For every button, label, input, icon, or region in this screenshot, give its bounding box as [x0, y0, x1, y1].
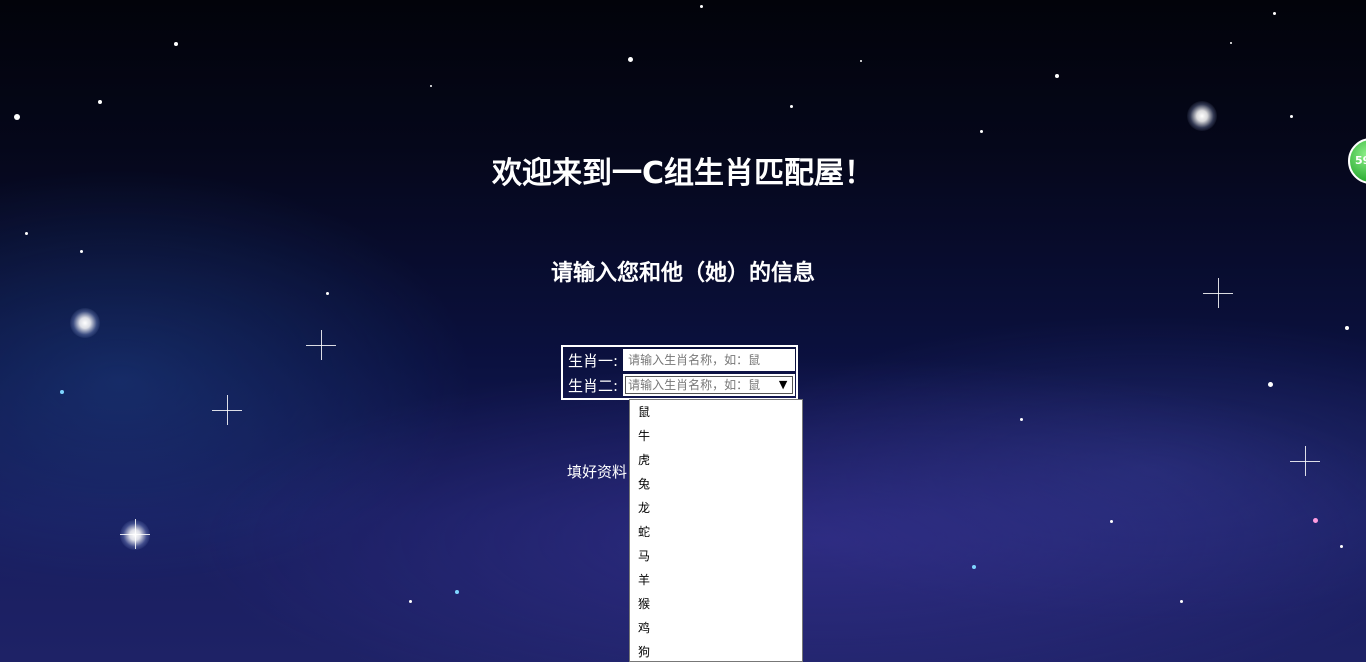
page-subtitle: 请输入您和他（她）的信息 — [550, 261, 815, 286]
star — [1345, 326, 1349, 330]
star — [790, 105, 793, 108]
bright-star — [70, 308, 100, 338]
star — [1273, 12, 1276, 15]
bright-star — [1187, 101, 1217, 131]
hint-text: 填好资料 — [567, 463, 628, 481]
star — [860, 60, 862, 62]
star — [430, 85, 432, 87]
star — [1340, 545, 1343, 548]
page-title: 欢迎来到一C组生肖匹配屋！ — [491, 156, 875, 191]
star — [409, 600, 412, 603]
star — [1313, 518, 1318, 523]
star — [1230, 42, 1232, 44]
dropdown-arrow-icon[interactable]: ▼ — [775, 377, 792, 393]
zodiac-2-label: 生肖二: — [568, 376, 619, 395]
star — [1020, 418, 1023, 421]
star — [60, 390, 64, 394]
dropdown-option[interactable]: 鸡 — [630, 616, 802, 640]
star — [326, 292, 329, 295]
dropdown-option[interactable]: 羊 — [630, 568, 802, 592]
star — [980, 130, 983, 133]
star — [25, 232, 28, 235]
sparkle-star — [212, 395, 242, 425]
form-row-1: 生肖一: 请输入生肖名称，如：鼠 — [564, 348, 796, 372]
zodiac-dropdown-list: 鼠 牛 虎 兔 龙 蛇 马 羊 猴 鸡 狗 — [629, 399, 803, 662]
sparkle-star — [1290, 446, 1320, 476]
dropdown-option[interactable]: 龙 — [630, 496, 802, 520]
star — [14, 114, 20, 120]
star — [1180, 600, 1183, 603]
zodiac-2-placeholder: 请输入生肖名称，如：鼠 — [628, 378, 761, 392]
star — [628, 57, 633, 62]
zodiac-form: 生肖一: 请输入生肖名称，如：鼠 生肖二: 请输入生肖名称，如：鼠 ▼ — [561, 345, 799, 400]
form-row-2: 生肖二: 请输入生肖名称，如：鼠 ▼ — [564, 373, 796, 397]
star — [972, 565, 976, 569]
star — [1110, 520, 1113, 523]
dropdown-option[interactable]: 兔 — [630, 472, 802, 496]
dropdown-option[interactable]: 鼠 — [630, 400, 802, 424]
star — [700, 5, 703, 8]
zodiac-2-input[interactable]: 请输入生肖名称，如：鼠 ▼ — [623, 374, 796, 396]
star — [1055, 74, 1059, 78]
dropdown-option[interactable]: 马 — [630, 544, 802, 568]
star — [1290, 115, 1293, 118]
star — [174, 42, 178, 46]
dropdown-option[interactable]: 狗 — [630, 640, 802, 661]
zodiac-1-placeholder: 请输入生肖名称，如：鼠 — [628, 353, 761, 367]
zodiac-1-label: 生肖一: — [568, 351, 619, 370]
star — [80, 250, 83, 253]
dropdown-option[interactable]: 猴 — [630, 592, 802, 616]
dropdown-option[interactable]: 虎 — [630, 448, 802, 472]
dropdown-option[interactable]: 蛇 — [630, 520, 802, 544]
zodiac-2-cell: 请输入生肖名称，如：鼠 ▼ — [623, 373, 796, 397]
star — [455, 590, 459, 594]
star — [98, 100, 102, 104]
zodiac-1-input[interactable]: 请输入生肖名称，如：鼠 — [623, 349, 796, 371]
star — [1268, 382, 1273, 387]
zodiac-1-cell: 请输入生肖名称，如：鼠 — [623, 348, 796, 372]
sparkle-star — [120, 519, 150, 549]
dropdown-option[interactable]: 牛 — [630, 424, 802, 448]
sparkle-star — [306, 330, 336, 360]
